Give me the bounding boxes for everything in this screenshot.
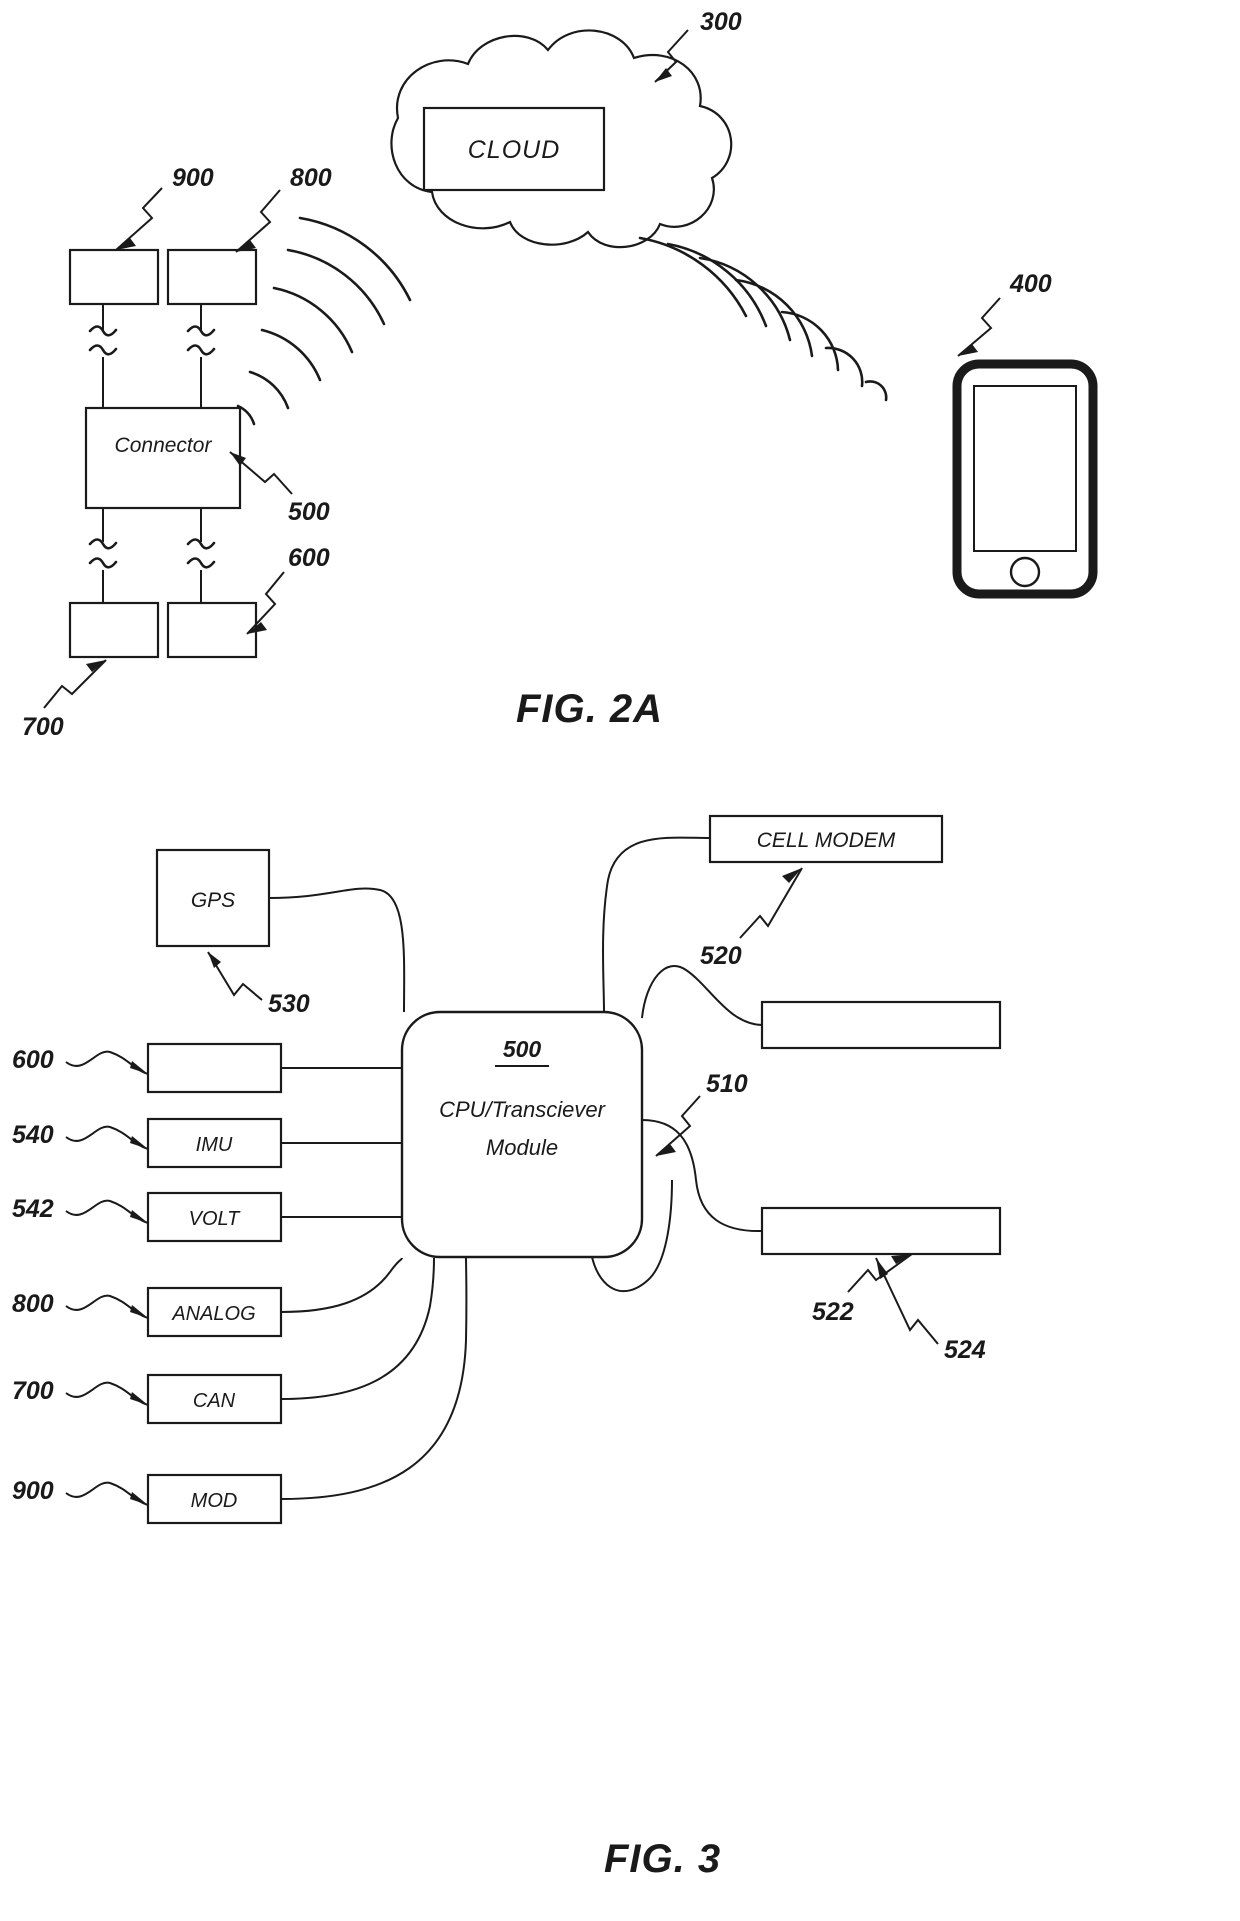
- patent-drawing-sheet: CLOUD 300 Connector 900 800 500 600 700 …: [0, 0, 1240, 1921]
- ref-900-leader: [115, 187, 163, 251]
- ref-500-fig2a: 500: [288, 498, 330, 526]
- break-br-2: [186, 557, 216, 569]
- ref-300-arrow: [655, 68, 672, 82]
- wire-analog-cpu: [280, 1257, 403, 1313]
- ref-700-fig3: 700: [12, 1377, 54, 1405]
- connector-label: Connector: [115, 434, 213, 457]
- ref-520-arrow: [782, 868, 802, 883]
- right-signal-waves: [638, 236, 888, 402]
- ref-510-leader: [655, 1095, 701, 1157]
- ref-542: 542: [12, 1195, 54, 1223]
- ref-524-arrow: [876, 1258, 888, 1279]
- phone-home-button: [1009, 556, 1041, 588]
- wire-cpu-524: [641, 1119, 763, 1233]
- ref-540: 540: [12, 1121, 54, 1149]
- input-box-600: [146, 1042, 283, 1094]
- ref-800: 800: [290, 164, 332, 192]
- cpu-label-line2: Module: [486, 1135, 558, 1160]
- fig2a-bottom-right-box: [166, 601, 258, 659]
- cloud-label: CLOUD: [468, 136, 561, 164]
- ref-530-arrow: [208, 952, 221, 968]
- ref-600-fig3-arrow: [130, 1061, 148, 1074]
- input-label-mod: MOD: [191, 1490, 238, 1512]
- ref-522: 522: [812, 1298, 854, 1326]
- break-tl-2: [88, 344, 118, 356]
- output-box-522: [760, 1000, 1002, 1050]
- fig2a-bottom-left-box: [68, 601, 160, 659]
- ref-300: 300: [700, 8, 742, 36]
- ref-540-leader: [65, 1125, 149, 1150]
- input-label-volt: VOLT: [189, 1208, 242, 1230]
- phone-screen: [973, 385, 1077, 552]
- input-label-can: CAN: [193, 1390, 236, 1412]
- ref-400: 400: [1009, 270, 1052, 298]
- fig-2a-caption: FIG. 2A: [516, 687, 663, 731]
- ref-524: 524: [944, 1336, 986, 1364]
- ref-900-fig3-leader: [65, 1481, 149, 1506]
- ref-600-fig2a: 600: [288, 544, 330, 572]
- ref-700-fig3-arrow: [130, 1392, 148, 1405]
- ref-542-leader: [65, 1199, 149, 1224]
- wire-cpu-522: [641, 964, 763, 1026]
- cpu-ref-500: 500: [503, 1036, 542, 1062]
- fig-3-caption: FIG. 3: [604, 1837, 721, 1881]
- gps-label: GPS: [191, 889, 235, 912]
- break-bl-2: [88, 557, 118, 569]
- fig2a-top-left-box: [68, 248, 160, 306]
- left-signal-waves: [236, 216, 412, 426]
- ref-800-fig3-leader: [65, 1294, 149, 1319]
- ref-900-fig3-arrow: [130, 1492, 148, 1505]
- ref-600-fig3-leader: [65, 1050, 149, 1075]
- connector-box: [84, 406, 242, 510]
- break-tr-2: [186, 344, 216, 356]
- ref-700-fig3-leader: [65, 1381, 149, 1406]
- ref-520: 520: [700, 942, 742, 970]
- ref-400-leader: [957, 297, 1001, 357]
- input-label-imu: IMU: [196, 1134, 233, 1156]
- ref-600-fig3: 600: [12, 1046, 54, 1074]
- wire-cellmodem-cpu: [602, 836, 711, 1013]
- figure-canvas: CLOUD 300 Connector 900 800 500 600 700 …: [12, 8, 1098, 1881]
- ref-800-fig3-arrow: [130, 1305, 148, 1318]
- ref-510: 510: [706, 1070, 748, 1098]
- ref-900: 900: [172, 164, 214, 192]
- ref-900-fig3: 900: [12, 1477, 54, 1505]
- fig2a-top-right-box: [166, 248, 258, 306]
- wire-can-cpu: [280, 1257, 435, 1400]
- ref-540-arrow: [130, 1136, 148, 1149]
- ref-800-fig3: 800: [12, 1290, 54, 1318]
- cpu-label-line1: CPU/Transciever: [439, 1097, 607, 1122]
- ref-530: 530: [268, 990, 310, 1018]
- input-label-analog: ANALOG: [171, 1303, 255, 1325]
- fig-2a-group: CLOUD 300 Connector 900 800 500 600 700 …: [22, 8, 1098, 741]
- ref-542-arrow: [130, 1210, 148, 1223]
- wire-mod-cpu: [280, 1257, 468, 1500]
- ref-800-leader: [235, 189, 281, 253]
- ref-510-arrow: [656, 1144, 676, 1156]
- fig-3-group: GPS 530 CELL MODEM 520 500 CPU/Transciev…: [12, 814, 1002, 1881]
- ref-700-fig2a: 700: [22, 713, 64, 741]
- output-box-524: [760, 1206, 1002, 1256]
- ref-400-arrow: [958, 344, 978, 356]
- cell-modem-label: CELL MODEM: [757, 829, 896, 852]
